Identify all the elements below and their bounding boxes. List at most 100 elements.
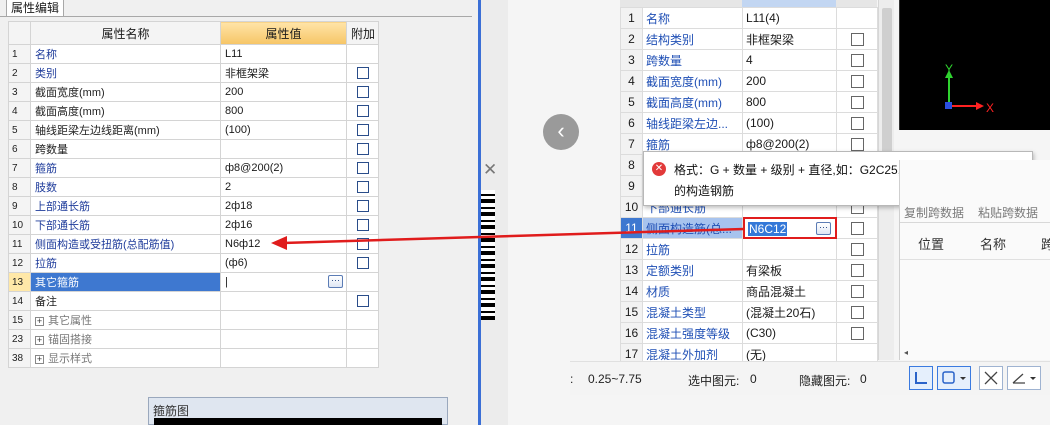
attach-checkbox[interactable] (850, 285, 864, 299)
attach-checkbox[interactable] (356, 181, 369, 194)
property-name-cell[interactable]: 截面高度(mm) (642, 91, 743, 113)
property-value-cell[interactable]: | ··· (220, 272, 347, 292)
property-value-cell[interactable]: 非框架梁 (742, 28, 837, 50)
close-icon[interactable]: ✕ (483, 160, 497, 180)
angle-dropdown[interactable] (1007, 366, 1041, 390)
table-row[interactable]: 7 箍筋 ф8@200(2) (8, 158, 379, 178)
attach-cell[interactable] (836, 112, 878, 134)
table-row[interactable]: 5 截面高度(mm) 800 (620, 91, 878, 113)
attach-cell[interactable] (836, 238, 878, 260)
table-row[interactable]: 15 混凝土类型 (混凝土20石) (620, 301, 878, 323)
property-name-cell[interactable]: 备注 (30, 291, 221, 311)
property-name-cell[interactable]: + 锚固搭接 (30, 329, 221, 349)
property-name-cell[interactable]: 材质 (642, 280, 743, 302)
property-name-cell[interactable]: 混凝土强度等级 (642, 322, 743, 344)
attach-cell[interactable] (346, 101, 379, 121)
property-name-cell[interactable]: 定额类别 (642, 259, 743, 281)
attach-cell[interactable] (346, 177, 379, 197)
property-value-cell[interactable] (220, 139, 347, 159)
scrollbar-thumb[interactable] (882, 8, 892, 158)
attach-cell[interactable] (346, 158, 379, 178)
attach-cell[interactable] (346, 291, 379, 311)
table-row[interactable]: 1 名称 L11 (8, 44, 379, 64)
property-value-cell[interactable]: 800 (742, 91, 837, 113)
3d-viewport[interactable]: Y X (899, 0, 1050, 130)
attach-cell[interactable] (346, 196, 379, 216)
property-name-cell[interactable]: 箍筋 (30, 158, 221, 178)
property-name-cell[interactable]: 名称 (642, 7, 743, 29)
property-name-cell[interactable]: 截面宽度(mm) (30, 82, 221, 102)
attach-checkbox[interactable] (850, 264, 864, 278)
property-name-cell[interactable]: 其它箍筋 (30, 272, 221, 292)
attach-cell[interactable] (346, 215, 379, 235)
property-value-cell[interactable]: 4 (742, 49, 837, 71)
table-row[interactable]: 1 名称 L11(4) (620, 7, 878, 29)
table-row[interactable]: 16 混凝土强度等级 (C30) (620, 322, 878, 344)
paste-span-data-button[interactable]: 粘贴跨数据 (978, 204, 1038, 221)
attach-cell[interactable] (346, 139, 379, 159)
table-row[interactable]: 2 结构类别 非框架梁 (620, 28, 878, 50)
property-name-cell[interactable]: 轴线距梁左边线距离(mm) (30, 120, 221, 140)
table-row[interactable]: 4 截面高度(mm) 800 (8, 101, 379, 121)
table-row[interactable]: 38 + 显示样式 (8, 348, 379, 368)
attach-cell[interactable] (836, 49, 878, 71)
side-rebar-edit-value[interactable]: N6C12 (748, 222, 788, 236)
table-row[interactable]: 10 下部通长筋 2ф16 (8, 215, 379, 235)
property-value-cell[interactable]: N6ф12 (220, 234, 347, 254)
property-name-cell[interactable]: 拉筋 (642, 238, 743, 260)
expand-icon[interactable]: + (35, 316, 44, 326)
more-options-icon[interactable]: ··· (816, 222, 831, 235)
property-value-cell[interactable]: 800 (220, 101, 347, 121)
attach-cell[interactable] (346, 44, 379, 64)
attach-cell[interactable] (346, 310, 379, 330)
attach-checkbox[interactable] (356, 238, 369, 251)
attach-cell[interactable] (836, 28, 878, 50)
property-name-cell[interactable]: 轴线距梁左边... (642, 112, 743, 134)
attach-cell[interactable] (346, 120, 379, 140)
property-name-cell[interactable]: + 显示样式 (30, 348, 221, 368)
property-name-cell[interactable]: 肢数 (30, 177, 221, 197)
property-name-cell[interactable]: 跨数量 (642, 49, 743, 71)
property-value-cell[interactable]: 2ф18 (220, 196, 347, 216)
property-value-cell[interactable]: (C30) (742, 322, 837, 344)
attach-checkbox[interactable] (356, 105, 369, 118)
attach-cell[interactable] (346, 272, 379, 292)
property-name-cell[interactable]: 上部通长筋 (30, 196, 221, 216)
table-row[interactable]: 8 肢数 2 (8, 177, 379, 197)
attach-checkbox[interactable] (850, 243, 864, 257)
table-row[interactable]: 9 上部通长筋 2ф18 (8, 196, 379, 216)
attach-cell[interactable] (836, 322, 878, 344)
table-row[interactable]: 12 拉筋 (ф6) (8, 253, 379, 273)
property-name-cell[interactable]: 侧面构造筋(总... (642, 217, 743, 239)
side-rebar-edit-box[interactable]: N6C12 ··· (743, 217, 837, 239)
table-row[interactable]: 15 + 其它属性 (8, 310, 379, 330)
property-value-cell[interactable]: 商品混凝土 (742, 280, 837, 302)
property-name-cell[interactable]: 拉筋 (30, 253, 221, 273)
property-name-cell[interactable]: 名称 (30, 44, 221, 64)
attach-cell[interactable] (836, 217, 878, 239)
attach-checkbox[interactable] (356, 143, 369, 156)
horizontal-scrollbar[interactable]: ◂ (900, 348, 1050, 358)
attach-cell[interactable] (346, 253, 379, 273)
attach-checkbox[interactable] (356, 86, 369, 99)
attach-cell[interactable] (836, 280, 878, 302)
property-value-cell[interactable] (220, 329, 347, 349)
table-row[interactable]: 12 拉筋 (620, 238, 878, 260)
more-options-icon[interactable]: ··· (328, 275, 343, 288)
property-name-cell[interactable]: 类别 (30, 63, 221, 83)
cross-select-button[interactable] (979, 366, 1003, 390)
attach-cell[interactable] (836, 91, 878, 113)
property-name-cell[interactable]: 下部通长筋 (30, 215, 221, 235)
property-value-cell[interactable]: (ф6) (220, 253, 347, 273)
table-row[interactable]: 3 截面宽度(mm) 200 (8, 82, 379, 102)
expand-icon[interactable]: + (35, 335, 44, 345)
property-value-cell[interactable]: 2 (220, 177, 347, 197)
property-name-cell[interactable]: + 其它属性 (30, 310, 221, 330)
table-row[interactable]: 14 材质 商品混凝土 (620, 280, 878, 302)
attach-checkbox[interactable] (356, 67, 369, 80)
table-row[interactable]: 4 截面宽度(mm) 200 (620, 70, 878, 92)
property-name-cell[interactable]: 截面宽度(mm) (642, 70, 743, 92)
property-value-cell[interactable] (742, 238, 837, 260)
attach-cell[interactable] (346, 234, 379, 254)
attach-checkbox[interactable] (356, 200, 369, 213)
